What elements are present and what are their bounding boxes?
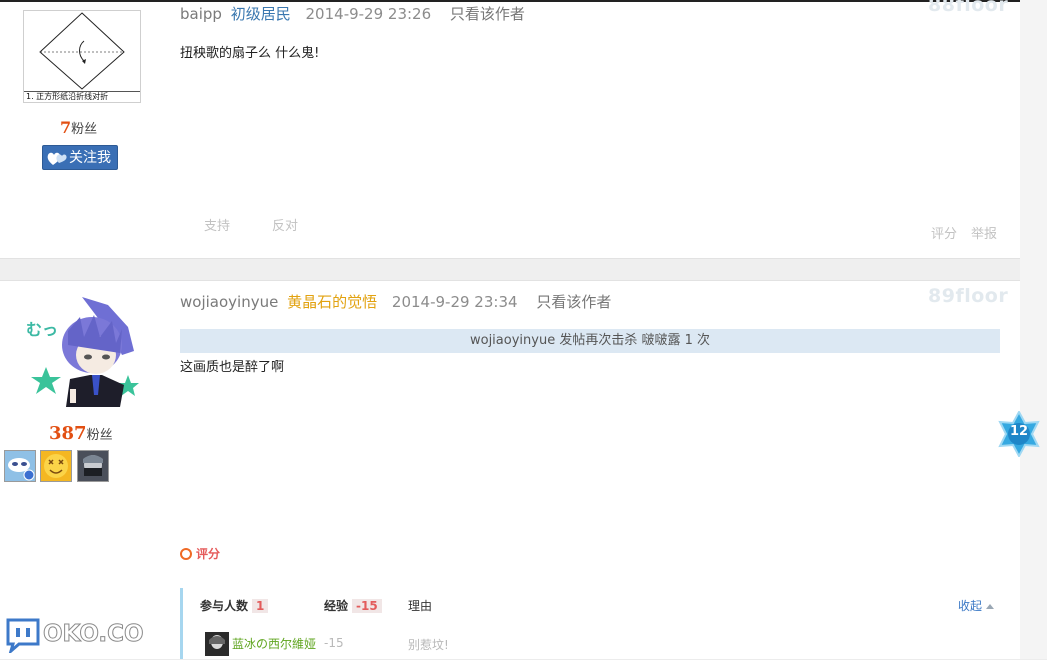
user-level: 初级居民 (230, 5, 291, 23)
username-link[interactable]: wojiaoyinyue (180, 293, 278, 311)
collapse-button[interactable]: 收起 (958, 597, 994, 614)
medal-badge[interactable] (4, 450, 36, 482)
rater-name-link[interactable]: 蓝冰の西尔維娅 (232, 635, 316, 652)
medal-smiley-icon (41, 451, 71, 481)
participants-label: 参与人数 (200, 599, 249, 613)
only-author-link[interactable]: 只看该作者 (450, 5, 525, 23)
rate-button[interactable]: 评分 (931, 223, 957, 242)
anime-avatar-icon: むっ (26, 297, 139, 407)
username-link[interactable]: baipp (180, 5, 222, 23)
rater-avatar-icon (205, 632, 229, 656)
report-button[interactable]: 举报 (971, 223, 997, 242)
medal-ninja-icon (78, 451, 108, 481)
post-header: wojiaoyinyue 黄晶石的觉悟 2014-9-29 23:34 只看该作… (180, 291, 611, 312)
follow-label: 关注我 (69, 150, 111, 166)
site-watermark: OKO.CO (5, 617, 144, 656)
fans-count: 387粉丝 (49, 423, 113, 444)
floor-number: 88floor (928, 0, 1009, 16)
floating-level-badge[interactable]: 12 (996, 409, 1042, 459)
post-89floor: むっ 387粉丝 wojiaoyinyue 黄晶石的觉悟 2014-9-29 2… (0, 281, 1020, 659)
chat-bubble-logo-icon (6, 618, 40, 656)
circle-icon (180, 548, 192, 560)
watermark-text: OKO.CO (43, 621, 145, 648)
rate-section-toggle[interactable]: 评分 (180, 545, 220, 562)
collapse-label: 收起 (958, 599, 983, 613)
post-separator (0, 258, 1020, 281)
floating-badge-number: 12 (1009, 424, 1029, 439)
origami-diagram-icon (39, 12, 125, 90)
post-time: 2014-9-29 23:26 (305, 5, 432, 23)
post-header: baipp 初级居民 2014-9-29 23:26 只看该作者 (180, 3, 525, 24)
fans-label: 粉丝 (86, 428, 113, 443)
fans-number: 7 (60, 118, 72, 137)
rate-log-table: 参与人数 1 经验 -15 理由 收起 蓝冰の西尔維娅 -15 别惹坟! (180, 588, 1003, 659)
rater-exp: -15 (324, 636, 344, 650)
participants-header: 参与人数 1 (200, 597, 269, 614)
exp-header: 经验 -15 (324, 597, 382, 614)
post-content: 这画质也是醉了啊 (180, 360, 285, 375)
page-gutter (1020, 0, 1047, 659)
post-content: 扭秧歌的扇子么 什么鬼! (180, 46, 320, 61)
post-time: 2014-9-29 23:34 (391, 293, 518, 311)
avatar-caption: 1. 正方形纸沿折线对折 (24, 91, 140, 101)
participants-count: 1 (252, 599, 269, 613)
follow-button[interactable]: 关注我 (42, 145, 118, 170)
floor-number: 89floor (928, 285, 1009, 307)
rater-reason: 别惹坟! (408, 638, 449, 652)
rate-section-label: 评分 (196, 547, 221, 561)
support-button[interactable]: 支持 (204, 215, 230, 234)
medal-mask-icon (5, 451, 35, 481)
medal-badge[interactable] (77, 450, 109, 482)
fans-number: 387 (49, 423, 87, 444)
reason-header: 理由 (408, 599, 433, 613)
exp-label: 经验 (324, 599, 349, 613)
user-avatar[interactable]: むっ (24, 295, 144, 413)
oppose-button[interactable]: 反对 (272, 215, 298, 234)
caret-up-icon (985, 604, 994, 609)
kill-notice: wojiaoyinyue 发帖再次击杀 啵啵露 1 次 (180, 329, 1000, 353)
svg-text:むっ: むっ (26, 320, 58, 339)
post-88floor: 1. 正方形纸沿折线对折 7粉丝 关注我 baipp 初级居民 2014-9-2… (0, 0, 1020, 258)
exp-total: -15 (352, 599, 382, 613)
medal-badge[interactable] (40, 450, 72, 482)
rater-avatar[interactable] (205, 632, 229, 656)
fans-count: 7粉丝 (60, 118, 97, 137)
only-author-link[interactable]: 只看该作者 (536, 293, 611, 311)
user-avatar[interactable]: 1. 正方形纸沿折线对折 (23, 10, 141, 103)
heart-icon (47, 152, 67, 165)
fans-label: 粉丝 (71, 122, 98, 137)
user-level: 黄晶石的觉悟 (287, 293, 378, 311)
